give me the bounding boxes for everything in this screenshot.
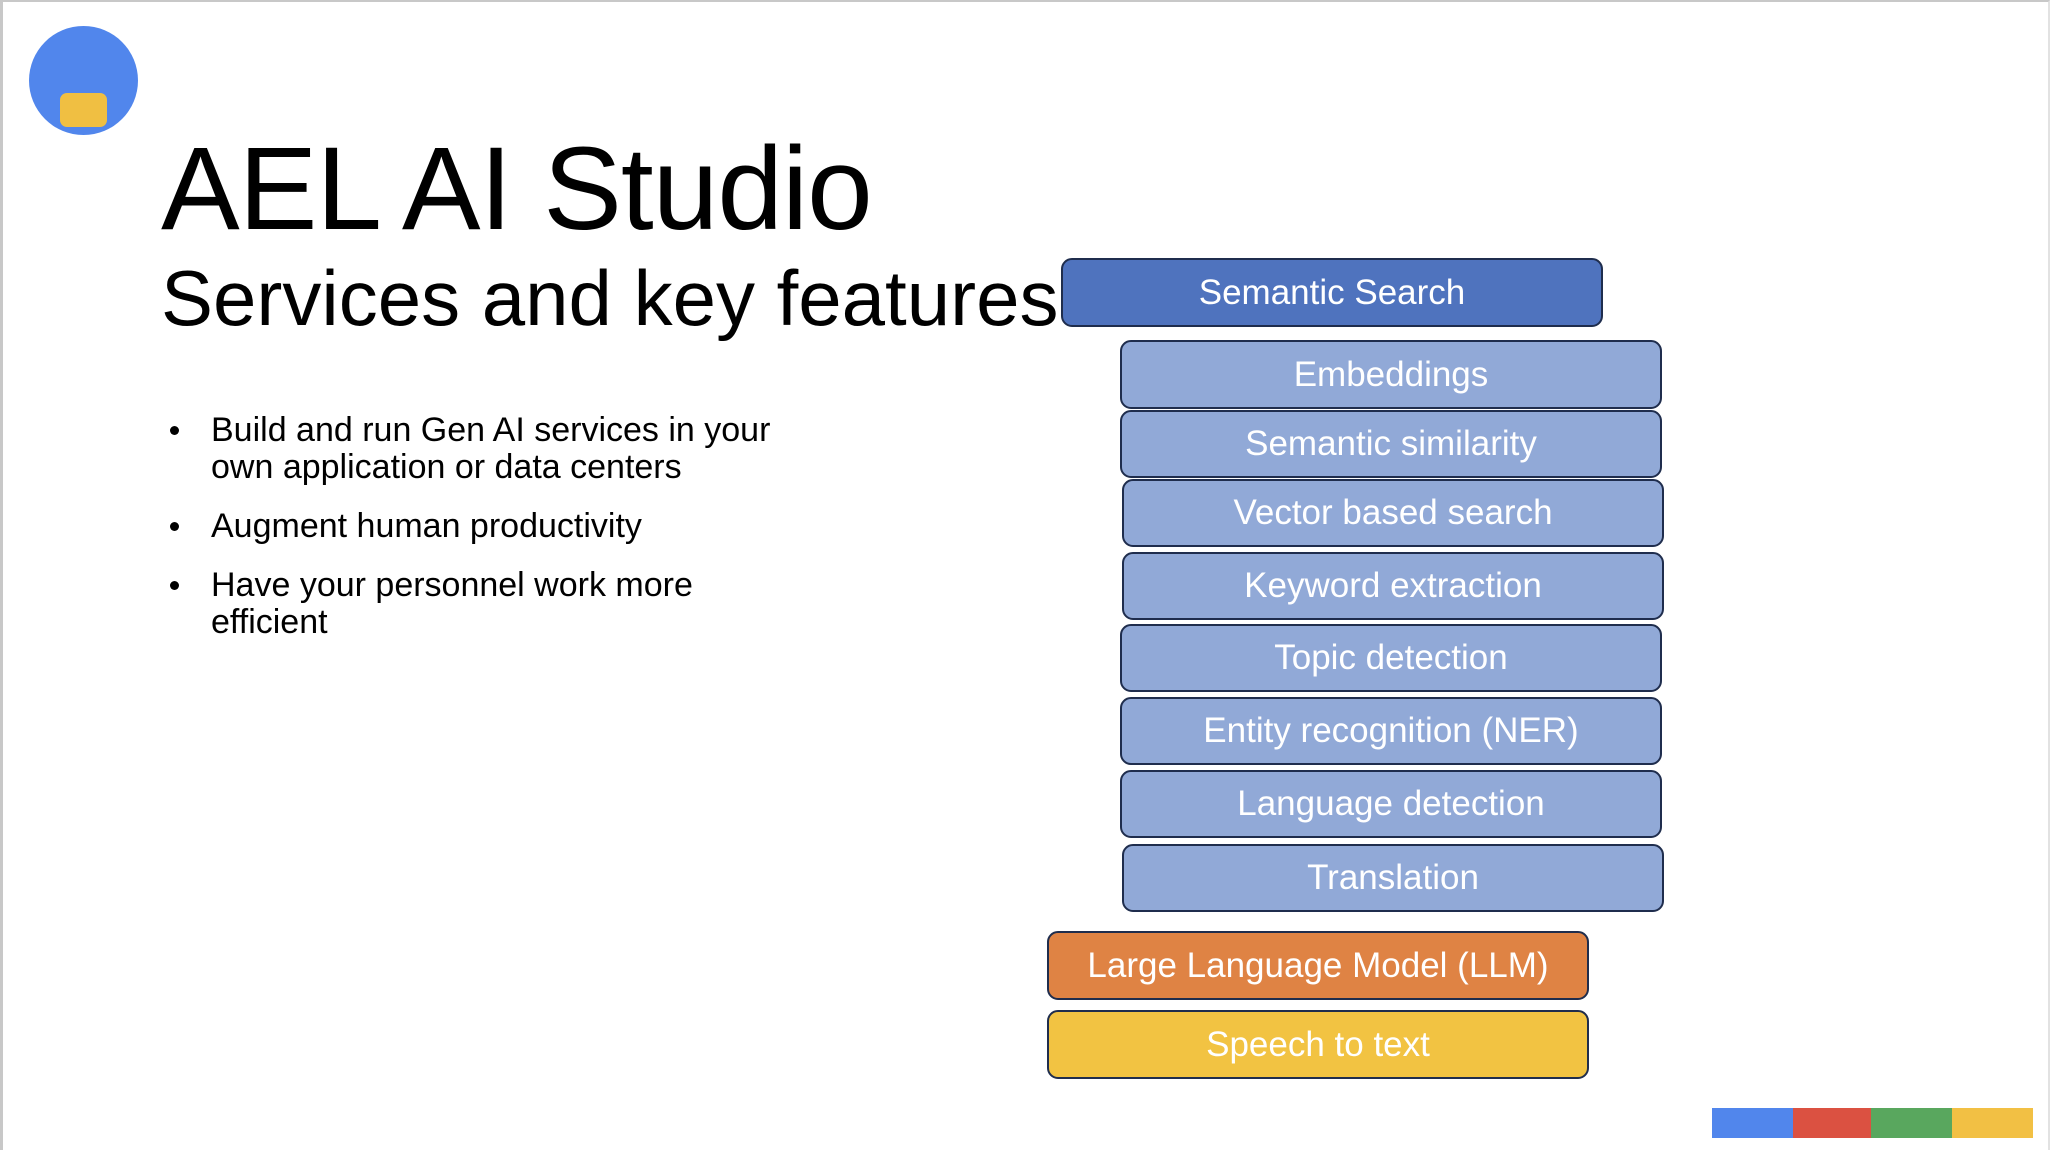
bullet-item: Build and run Gen AI services in your ow… (163, 412, 803, 486)
llm-box: Large Language Model (LLM) (1047, 931, 1589, 1000)
footer-color-bar (1712, 1108, 2033, 1138)
slide: AEL AI Studio Services and key features … (0, 0, 2050, 1150)
semantic-search-box: Semantic Search (1061, 258, 1603, 327)
feature-box-topic-detection: Topic detection (1120, 624, 1662, 692)
feature-label: Translation (1307, 858, 1479, 897)
bullet-text: Build and run Gen AI services in your ow… (211, 411, 771, 486)
feature-label: Topic detection (1274, 638, 1508, 677)
bullet-text: Have your personnel work more efficient (211, 566, 693, 641)
feature-box-entity-recognition: Entity recognition (NER) (1120, 697, 1662, 765)
feature-label: Keyword extraction (1244, 566, 1542, 605)
feature-box-language-detection: Language detection (1120, 770, 1662, 838)
logo-inner-shape (60, 93, 107, 127)
slide-title: AEL AI Studio (161, 123, 873, 255)
feature-label: Entity recognition (NER) (1203, 711, 1579, 750)
feature-box-semantic-similarity: Semantic similarity (1120, 410, 1662, 478)
feature-box-embeddings: Embeddings (1120, 340, 1662, 409)
feature-label: Semantic similarity (1245, 424, 1537, 463)
llm-label: Large Language Model (LLM) (1087, 945, 1549, 985)
feature-label: Embeddings (1293, 354, 1489, 394)
feature-label: Vector based search (1233, 493, 1553, 532)
speech-to-text-box: Speech to text (1047, 1010, 1589, 1079)
footer-segment-red (1793, 1108, 1871, 1138)
logo-icon (29, 26, 138, 135)
bullet-item: Have your personnel work more efficient (163, 567, 803, 641)
speech-to-text-label: Speech to text (1206, 1024, 1430, 1064)
feature-box-keyword-extraction: Keyword extraction (1122, 552, 1664, 620)
footer-segment-green (1871, 1108, 1952, 1138)
bullet-list: Build and run Gen AI services in your ow… (163, 412, 803, 663)
bullet-text: Augment human productivity (211, 507, 642, 545)
bullet-dot-icon (170, 426, 179, 435)
bullet-item: Augment human productivity (163, 508, 803, 545)
bullet-dot-icon (170, 522, 179, 531)
slide-subtitle: Services and key features (161, 254, 1059, 342)
footer-segment-blue (1712, 1108, 1793, 1138)
feature-label: Language detection (1237, 784, 1545, 823)
footer-segment-yellow (1952, 1108, 2033, 1138)
semantic-search-label: Semantic Search (1198, 272, 1466, 312)
bullet-dot-icon (170, 581, 179, 590)
feature-box-vector-search: Vector based search (1122, 479, 1664, 547)
feature-box-translation: Translation (1122, 844, 1664, 912)
